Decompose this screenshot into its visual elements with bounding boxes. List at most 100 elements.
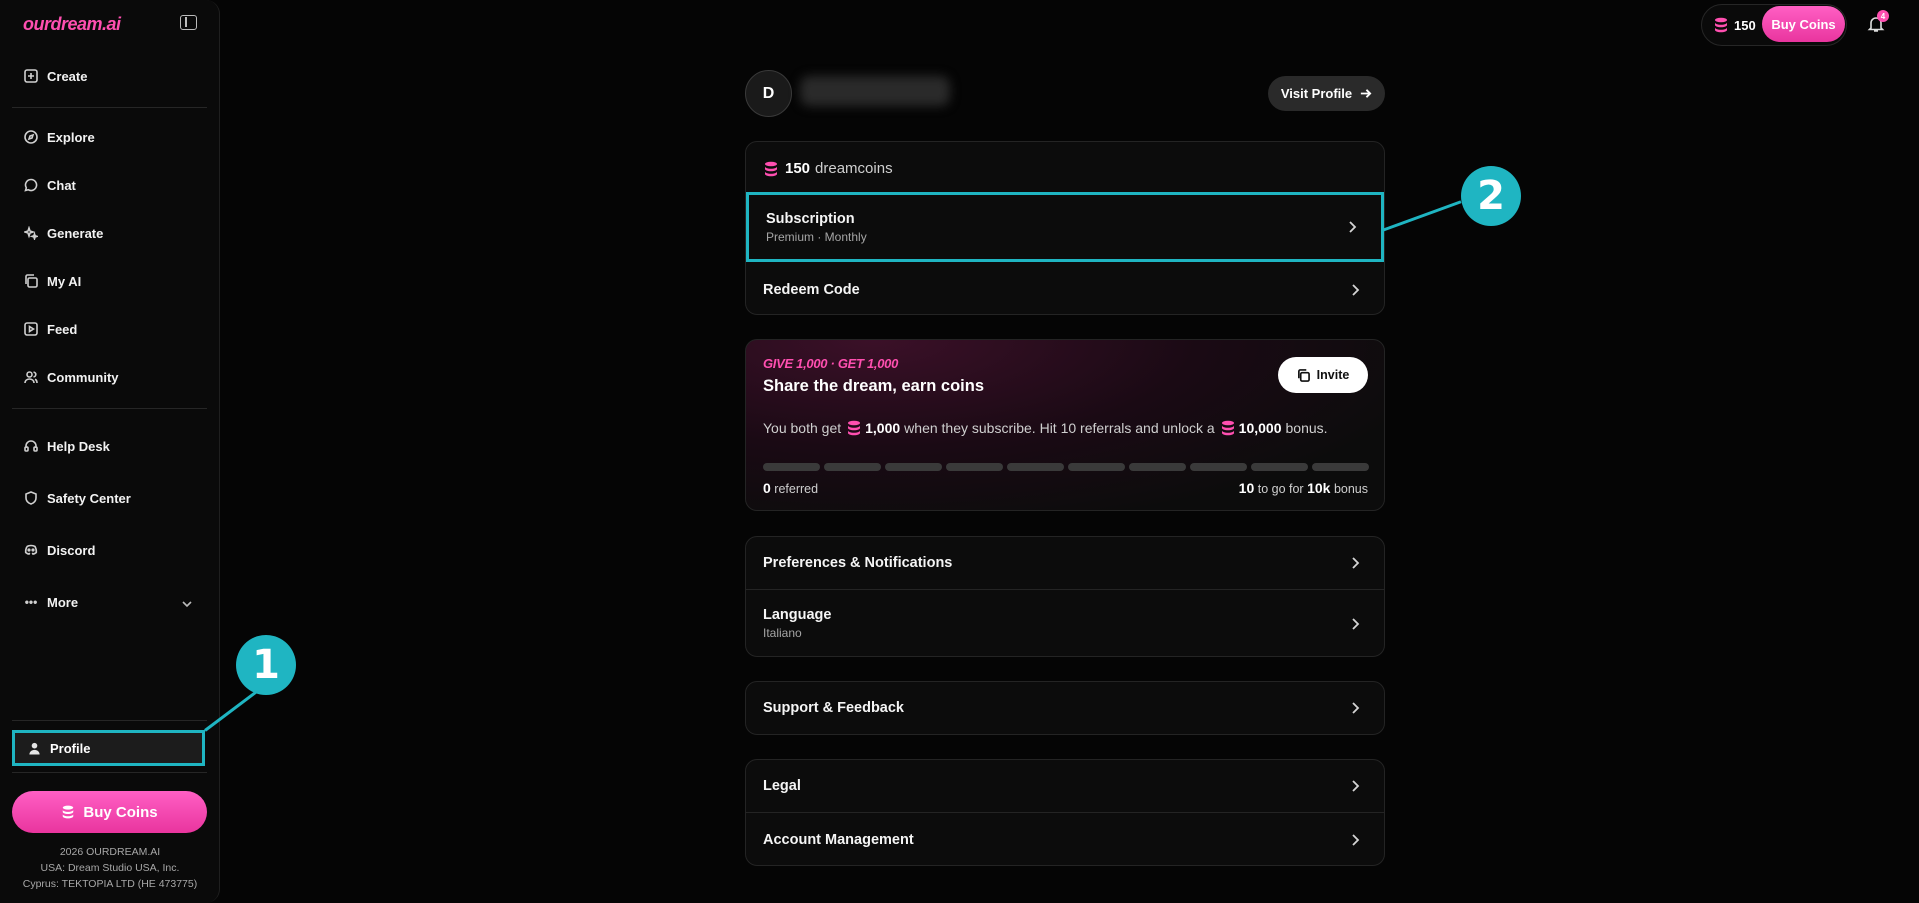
sidebar-item-profile[interactable]: Profile [12, 730, 205, 766]
coin-amount: 150 [785, 160, 811, 177]
copy-icon [1297, 368, 1310, 382]
sidebar-item-explore[interactable]: Explore [12, 120, 207, 154]
app-logo[interactable]: ourdream.ai [23, 14, 121, 35]
users-icon [24, 370, 38, 384]
account-management-row[interactable]: Account Management [746, 813, 1384, 866]
chevron-right-icon [1345, 220, 1359, 234]
language-row[interactable]: Language Italiano [746, 590, 1384, 657]
shield-icon [24, 491, 38, 505]
sidebar-item-label: Community [47, 369, 119, 385]
sidebar-item-label: Profile [50, 740, 91, 756]
sidebar-item-label: More [47, 594, 79, 610]
bonus-amount: 10k [1307, 480, 1331, 496]
coin-summary: 150 dreamcoins [764, 160, 893, 177]
sidebar-item-label: Feed [47, 321, 78, 337]
sidebar-item-more[interactable]: ••• More [12, 585, 207, 619]
sidebar-item-feed[interactable]: Feed [12, 312, 207, 346]
chevron-right-icon [1348, 833, 1362, 847]
redeem-code-row[interactable]: Redeem Code [746, 264, 1384, 315]
sidebar-item-label: Generate [47, 225, 104, 241]
progress-segment [1129, 463, 1186, 471]
sidebar-item-label: Explore [47, 129, 95, 145]
footer-copyright: 2026 OURDREAM.AI [59, 846, 161, 858]
referral-reward-amount: 1,000 [865, 420, 901, 436]
invite-label: Invite [1316, 368, 1350, 382]
arrow-right-icon [1360, 89, 1372, 98]
legal-label: Legal [763, 778, 801, 794]
sidebar-item-help-desk[interactable]: Help Desk [12, 429, 207, 463]
visit-profile-button[interactable]: Visit Profile [1268, 76, 1385, 111]
chevron-right-icon [1348, 701, 1362, 715]
divider [12, 107, 207, 108]
sidebar-item-label: Safety Center [47, 490, 131, 506]
progress-segment [1068, 463, 1125, 471]
support-card: Support & Feedback [745, 681, 1385, 735]
sidebar-item-safety-center[interactable]: Safety Center [12, 481, 207, 515]
callout-line [1381, 200, 1462, 232]
callout-badge-1: 1 [236, 635, 296, 695]
footer-cyprus: Cyprus: TEKTOPIA LTD (HE 473775) [22, 878, 198, 890]
sidebar-item-my-ai[interactable]: My AI [12, 264, 207, 298]
divider [12, 772, 207, 773]
chat-bubble-icon [24, 178, 38, 192]
coins-icon [63, 805, 74, 819]
play-square-icon [24, 322, 38, 336]
buy-coins-label: Buy Coins [83, 803, 158, 821]
username-redacted [800, 76, 950, 106]
language-value: Italiano [763, 626, 802, 640]
account-card: 150 dreamcoins Subscription Premium · Mo… [745, 141, 1385, 315]
coins-icon [765, 161, 777, 176]
callout-badge-2: 2 [1461, 166, 1521, 226]
avatar[interactable]: D [745, 70, 792, 117]
progress-segment [885, 463, 942, 471]
sidebar-item-generate[interactable]: Generate [12, 216, 207, 250]
subscription-title: Subscription [766, 210, 855, 227]
coin-balance: 150 [1734, 17, 1756, 33]
language-title: Language [763, 607, 832, 623]
progress-segment [824, 463, 881, 471]
plus-square-icon [24, 69, 38, 83]
footer-usa: USA: Dream Studio USA, Inc. [40, 862, 180, 874]
coins-icon [848, 420, 861, 436]
progress-segment [1007, 463, 1064, 471]
to-go-label: to go for [1257, 482, 1304, 496]
referral-promo: GIVE 1,000 · GET 1,000 [763, 356, 899, 371]
chevron-right-icon [1348, 779, 1362, 793]
referral-title: Share the dream, earn coins [763, 377, 985, 395]
sidebar-item-label: Chat [47, 177, 76, 193]
sidebar-item-label: My AI [47, 273, 82, 289]
coins-icon [1715, 17, 1727, 33]
account-management-label: Account Management [763, 831, 914, 848]
sidebar-item-create[interactable]: Create [12, 59, 207, 93]
sparkle-icon [24, 226, 38, 240]
legal-row[interactable]: Legal [746, 760, 1384, 812]
to-go-count: 10 [1238, 480, 1255, 496]
sidebar-item-community[interactable]: Community [12, 360, 207, 394]
preferences-row[interactable]: Preferences & Notifications [746, 537, 1384, 589]
legal-card: Legal Account Management [745, 759, 1385, 866]
progress-segment [1251, 463, 1308, 471]
chevron-right-icon [1348, 617, 1362, 631]
sidebar-item-discord[interactable]: Discord [12, 533, 207, 567]
sidebar-collapse-icon[interactable] [180, 15, 197, 30]
support-feedback-row[interactable]: Support & Feedback [746, 682, 1384, 734]
support-feedback-label: Support & Feedback [763, 700, 904, 716]
buy-coins-button[interactable]: Buy Coins [12, 791, 207, 833]
redeem-code-label: Redeem Code [763, 281, 860, 298]
bonus-label: bonus [1333, 482, 1368, 496]
invite-button[interactable]: Invite [1278, 357, 1368, 393]
compass-icon [24, 130, 38, 144]
divider [12, 408, 207, 409]
sidebar-item-label: Discord [47, 542, 96, 558]
preferences-card: Preferences & Notifications Language Ita… [745, 536, 1385, 657]
referral-description: You both get 1,000 when they subscribe. … [763, 420, 1328, 436]
referred-count: 0 referred [763, 480, 818, 496]
sidebar-item-chat[interactable]: Chat [12, 168, 207, 202]
top-buy-coins-button[interactable]: Buy Coins [1762, 6, 1845, 42]
subscription-row[interactable]: Subscription Premium · Monthly [746, 192, 1384, 262]
referred-label: referred [774, 482, 819, 496]
chevron-down-icon[interactable] [180, 597, 194, 611]
visit-profile-label: Visit Profile [1280, 86, 1353, 101]
chevron-right-icon [1348, 556, 1362, 570]
referral-progress-bar [763, 463, 1369, 471]
